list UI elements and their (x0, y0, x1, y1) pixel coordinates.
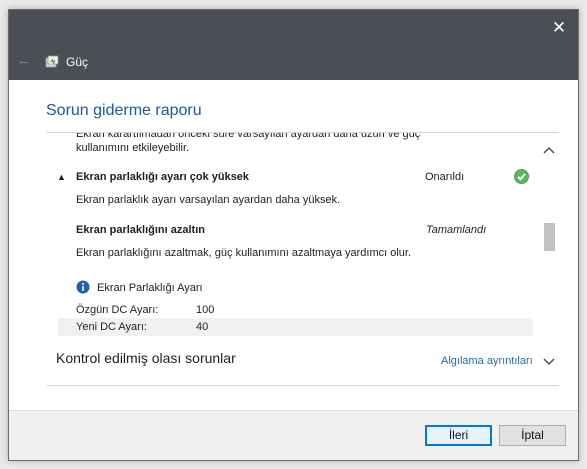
back-arrow-icon[interactable]: ← (15, 50, 33, 72)
checked-issues-heading: Kontrol edilmiş olası sorunlar (56, 350, 236, 366)
issue-title: Ekran parlaklığı ayarı çok yüksek (76, 171, 250, 183)
action-title: Ekran parlaklığını azaltın (76, 224, 205, 236)
setting-name: Ekran Parlaklığı Ayarı (97, 282, 203, 294)
scroll-up-icon[interactable] (541, 143, 557, 159)
power-options-icon (45, 55, 59, 68)
button-bar: İleri İptal (9, 410, 578, 460)
scroll-thumb[interactable] (544, 223, 555, 251)
info-icon (76, 280, 90, 294)
window-title: Güç (66, 55, 89, 69)
scroll-down-icon[interactable] (541, 353, 557, 369)
main-content: Sorun giderme raporu Ekran karartılmadan… (9, 80, 578, 410)
report-cut-line-2: kullanımını etkileyebilir. (76, 142, 190, 154)
vertical-scrollbar[interactable] (539, 133, 559, 385)
next-button[interactable]: İleri (425, 425, 492, 446)
original-setting-label: Özgün DC Ayarı: (76, 304, 159, 316)
report-cut-line-1: Ekran karartılmadan önceki süre varsayıl… (76, 132, 421, 140)
checkmark-icon (514, 169, 529, 184)
close-button[interactable]: ✕ (550, 19, 568, 37)
page-title: Sorun giderme raporu (46, 102, 202, 119)
report-panel: Ekran karartılmadan önceki süre varsayıl… (46, 132, 559, 386)
title-bar: ✕ ← Güç (9, 10, 578, 80)
report-content: Ekran karartılmadan önceki süre varsayıl… (46, 133, 539, 385)
detection-details-link[interactable]: Algılama ayrıntıları (441, 354, 533, 368)
action-status: Tamamlandı (426, 224, 487, 236)
collapse-toggle[interactable]: ▲ (57, 170, 66, 184)
issue-status: Onarıldı (425, 171, 465, 183)
new-setting-value: 40 (196, 321, 209, 333)
action-description: Ekran parlaklığını azaltmak, güç kullanı… (76, 247, 412, 259)
navigation-row: ← Güç (9, 50, 578, 74)
issue-description: Ekran parlaklık ayarı varsayılan ayardan… (76, 194, 341, 206)
original-setting-value: 100 (196, 304, 215, 316)
cancel-button[interactable]: İptal (499, 425, 566, 446)
troubleshooter-window: ✕ ← Güç Sorun giderme raporu Ekran karar… (8, 9, 579, 461)
new-setting-label: Yeni DC Ayarı: (76, 321, 147, 333)
